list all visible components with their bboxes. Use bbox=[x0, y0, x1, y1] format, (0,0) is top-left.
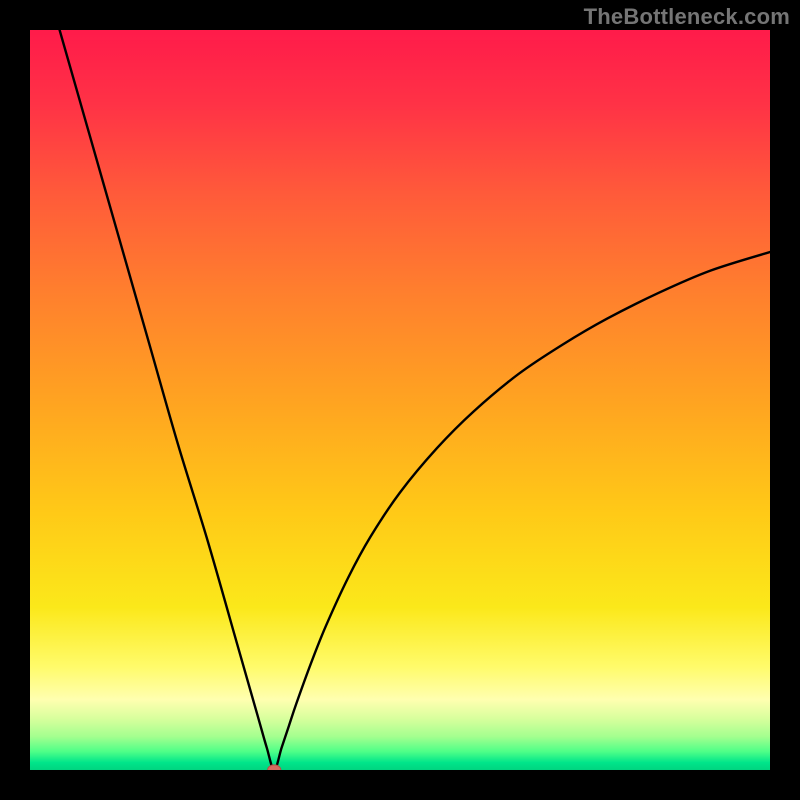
chart-frame: TheBottleneck.com bbox=[0, 0, 800, 800]
gradient-background bbox=[30, 30, 770, 770]
plot-area bbox=[30, 30, 770, 770]
watermark-text: TheBottleneck.com bbox=[584, 4, 790, 30]
plot-svg bbox=[30, 30, 770, 770]
